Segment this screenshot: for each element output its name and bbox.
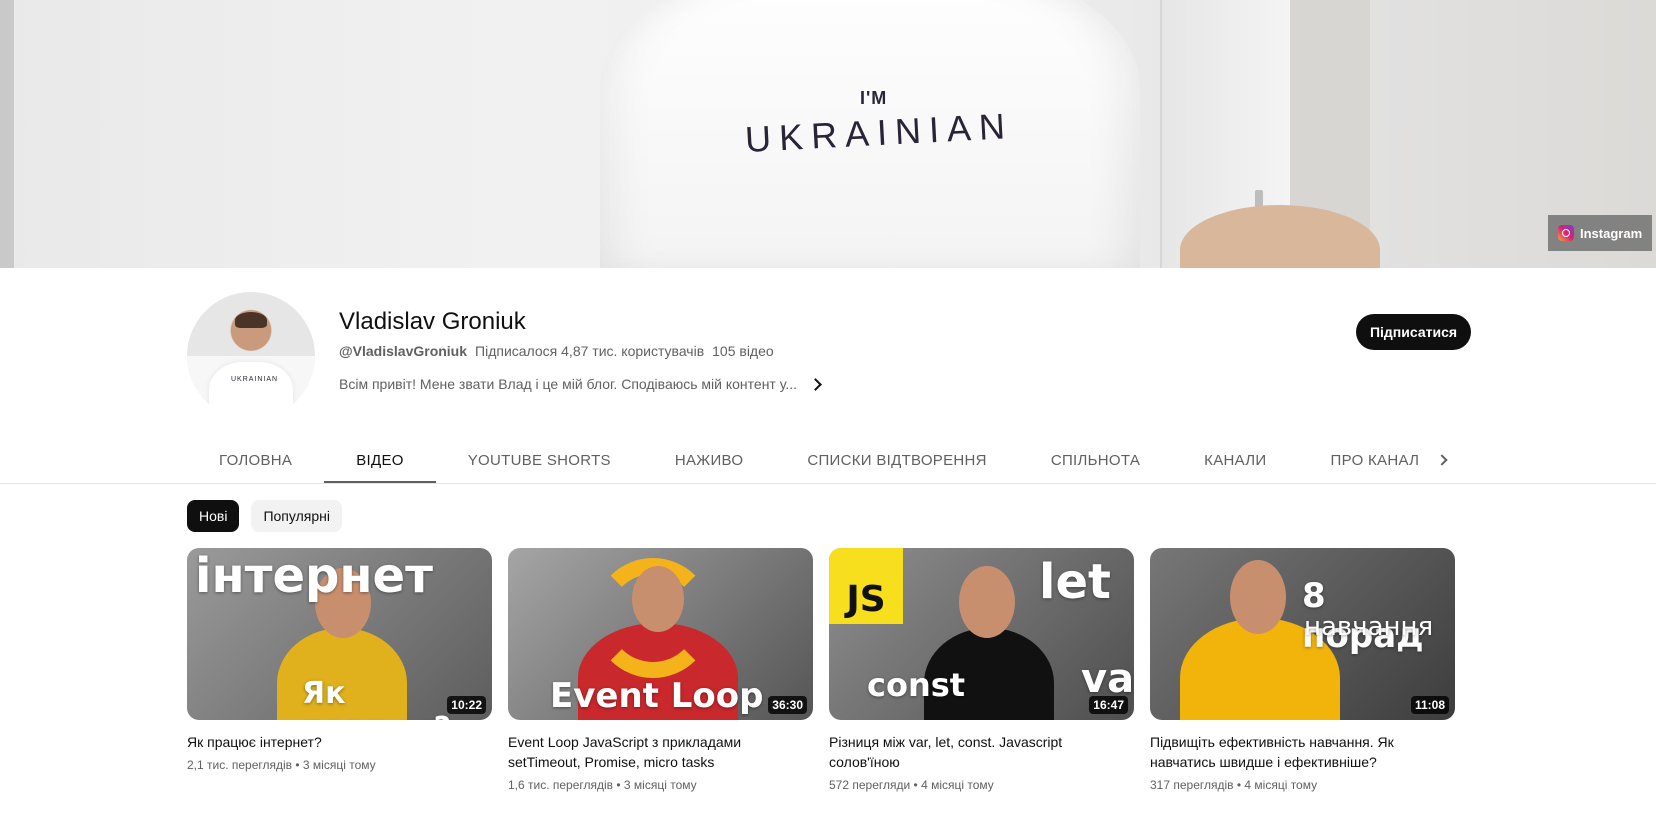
video-duration: 36:30 [768, 696, 807, 714]
video-thumbnail[interactable]: 8 порад навчання 11:08 [1150, 548, 1455, 720]
thumbnail-text: let [1039, 554, 1111, 610]
video-card[interactable]: Event Loop 36:30 Event Loop JavaScript з… [508, 548, 813, 792]
video-meta: 2,1 тис. переглядів • 3 місяці тому [187, 758, 376, 772]
chip-latest[interactable]: Нові [187, 500, 240, 532]
instagram-link-label: Instagram [1580, 225, 1643, 241]
tab-playlists[interactable]: СПИСКИ ВІДТВОРЕННЯ [775, 436, 1019, 484]
channel-meta: @VladislavGroniuk Підписалося 4,87 тис. … [339, 343, 774, 359]
tabs-scroll-right-button[interactable] [1430, 448, 1454, 472]
thumbnail-text: const [867, 666, 966, 704]
thumbnail-text: інтернет [195, 548, 433, 604]
thumbnail-head [959, 566, 1015, 638]
chevron-right-icon [1436, 454, 1448, 466]
video-meta: 1,6 тис. переглядів • 3 місяці тому [508, 778, 697, 792]
channel-description[interactable]: Всім привіт! Мене звати Влад і це мій бл… [339, 376, 822, 392]
thumbnail-head [632, 566, 684, 632]
thumbnail-head [1230, 560, 1286, 634]
video-count: 105 відео [712, 343, 774, 359]
instagram-link[interactable]: Instagram [1548, 215, 1653, 251]
thumbnail-text: навчання [1304, 612, 1434, 642]
video-card[interactable]: JS let const var 16:47 Різниця між var, … [829, 548, 1134, 792]
banner-shirt-small-text: I'M [860, 88, 888, 108]
video-title[interactable]: Підвищіть ефективність навчання. Як навч… [1150, 732, 1455, 772]
tab-live[interactable]: НАЖИВО [643, 436, 775, 484]
video-duration: 11:08 [1410, 696, 1449, 714]
video-grid: інтернет Як працює? 10:22 Як працює інте… [187, 548, 1455, 792]
thumbnail-text: Event Loop [550, 676, 764, 716]
video-thumbnail[interactable]: Event Loop 36:30 [508, 548, 813, 720]
channel-avatar[interactable]: UKRAINIAN [187, 292, 315, 420]
channel-description-text: Всім привіт! Мене звати Влад і це мій бл… [339, 376, 798, 392]
video-meta: 317 переглядів • 4 місяці тому [1150, 778, 1318, 792]
tabs-divider [0, 483, 1656, 484]
tab-home[interactable]: ГОЛОВНА [187, 436, 324, 484]
video-duration: 10:22 [447, 696, 486, 714]
avatar-hair [235, 312, 267, 328]
video-card[interactable]: інтернет Як працює? 10:22 Як працює інте… [187, 548, 492, 792]
chip-popular[interactable]: Популярні [251, 500, 342, 532]
instagram-icon [1558, 225, 1574, 241]
tab-shorts[interactable]: YOUTUBE SHORTS [436, 436, 643, 484]
video-title[interactable]: Як працює інтернет? [187, 732, 492, 752]
avatar-shirt-text: UKRAINIAN [231, 376, 279, 383]
tab-about[interactable]: ПРО КАНАЛ [1299, 436, 1452, 484]
video-meta: 572 перегляди • 4 місяці тому [829, 778, 994, 792]
avatar-shirt [209, 362, 293, 420]
subscriber-count: Підписалося 4,87 тис. користувачів [475, 343, 705, 359]
tab-videos[interactable]: ВІДЕО [324, 436, 436, 484]
video-title[interactable]: Різниця між var, let, const. Javascript … [829, 732, 1134, 772]
video-title[interactable]: Event Loop JavaScript з прикладами setTi… [508, 732, 813, 772]
channel-name: Vladislav Groniuk [339, 308, 526, 335]
js-logo-icon: JS [829, 548, 903, 624]
sort-chips: Нові Популярні [187, 500, 342, 532]
video-card[interactable]: 8 порад навчання 11:08 Підвищіть ефектив… [1150, 548, 1455, 792]
video-thumbnail[interactable]: інтернет Як працює? 10:22 [187, 548, 492, 720]
channel-banner: I'M UKRAINIAN Instagram [0, 0, 1656, 268]
video-duration: 16:47 [1089, 696, 1128, 714]
subscribe-button[interactable]: Підписатися [1356, 314, 1471, 350]
video-thumbnail[interactable]: JS let const var 16:47 [829, 548, 1134, 720]
chevron-right-icon [809, 377, 822, 391]
tab-channels[interactable]: КАНАЛИ [1172, 436, 1298, 484]
tab-community[interactable]: СПІЛЬНОТА [1019, 436, 1172, 484]
banner-wall [0, 0, 14, 268]
channel-handle: @VladislavGroniuk [339, 343, 468, 359]
channel-tabs: ГОЛОВНА ВІДЕО YOUTUBE SHORTS НАЖИВО СПИС… [187, 436, 1451, 484]
